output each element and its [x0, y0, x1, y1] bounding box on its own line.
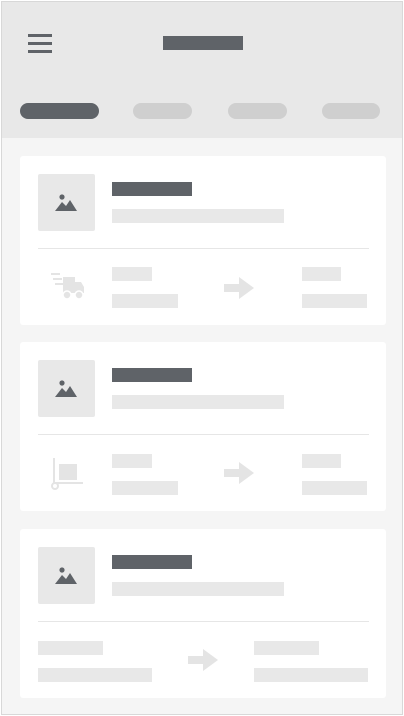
tab-1[interactable]: [20, 103, 99, 119]
menu-line: [28, 34, 52, 37]
tab-4[interactable]: [322, 103, 380, 119]
origin-label-placeholder: [112, 454, 152, 468]
card-subtitle-placeholder: [112, 209, 284, 223]
card-subtitle-placeholder: [112, 582, 284, 596]
shipment-card[interactable]: [20, 342, 386, 511]
arrow-right-icon: [188, 649, 218, 671]
card-divider: [38, 434, 369, 435]
image-placeholder-icon: [55, 380, 77, 397]
origin-label-placeholder: [38, 641, 103, 655]
origin-value-placeholder: [112, 294, 178, 308]
hand-truck-icon: [51, 458, 83, 490]
origin-label-placeholder: [112, 267, 152, 281]
card-thumbnail: [38, 174, 95, 231]
card-subtitle-placeholder: [112, 395, 284, 409]
shipment-card[interactable]: [20, 156, 386, 325]
delivery-truck-icon: [51, 273, 84, 300]
destination-label-placeholder: [254, 641, 319, 655]
card-title-placeholder: [112, 182, 192, 196]
image-placeholder-icon: [55, 567, 77, 584]
destination-label-placeholder: [302, 454, 341, 468]
destination-value-placeholder: [302, 294, 367, 308]
tab-2[interactable]: [133, 103, 192, 119]
menu-line: [28, 50, 52, 53]
shipment-card[interactable]: [20, 529, 386, 698]
hamburger-menu-icon[interactable]: [28, 34, 52, 54]
card-title-placeholder: [112, 555, 192, 569]
card-divider: [38, 621, 369, 622]
image-placeholder-icon: [55, 194, 77, 211]
card-divider: [38, 248, 369, 249]
app-header: [2, 2, 402, 138]
origin-value-placeholder: [112, 481, 178, 495]
arrow-right-icon: [224, 277, 254, 299]
destination-label-placeholder: [302, 267, 341, 281]
card-thumbnail: [38, 547, 95, 604]
card-title-placeholder: [112, 368, 192, 382]
destination-value-placeholder: [254, 668, 368, 682]
arrow-right-icon: [224, 462, 254, 484]
tab-3[interactable]: [228, 103, 287, 119]
menu-line: [28, 42, 52, 45]
card-thumbnail: [38, 360, 95, 417]
app-screen: [1, 1, 403, 715]
page-title-placeholder: [163, 36, 243, 50]
destination-value-placeholder: [302, 481, 367, 495]
origin-value-placeholder: [38, 668, 152, 682]
